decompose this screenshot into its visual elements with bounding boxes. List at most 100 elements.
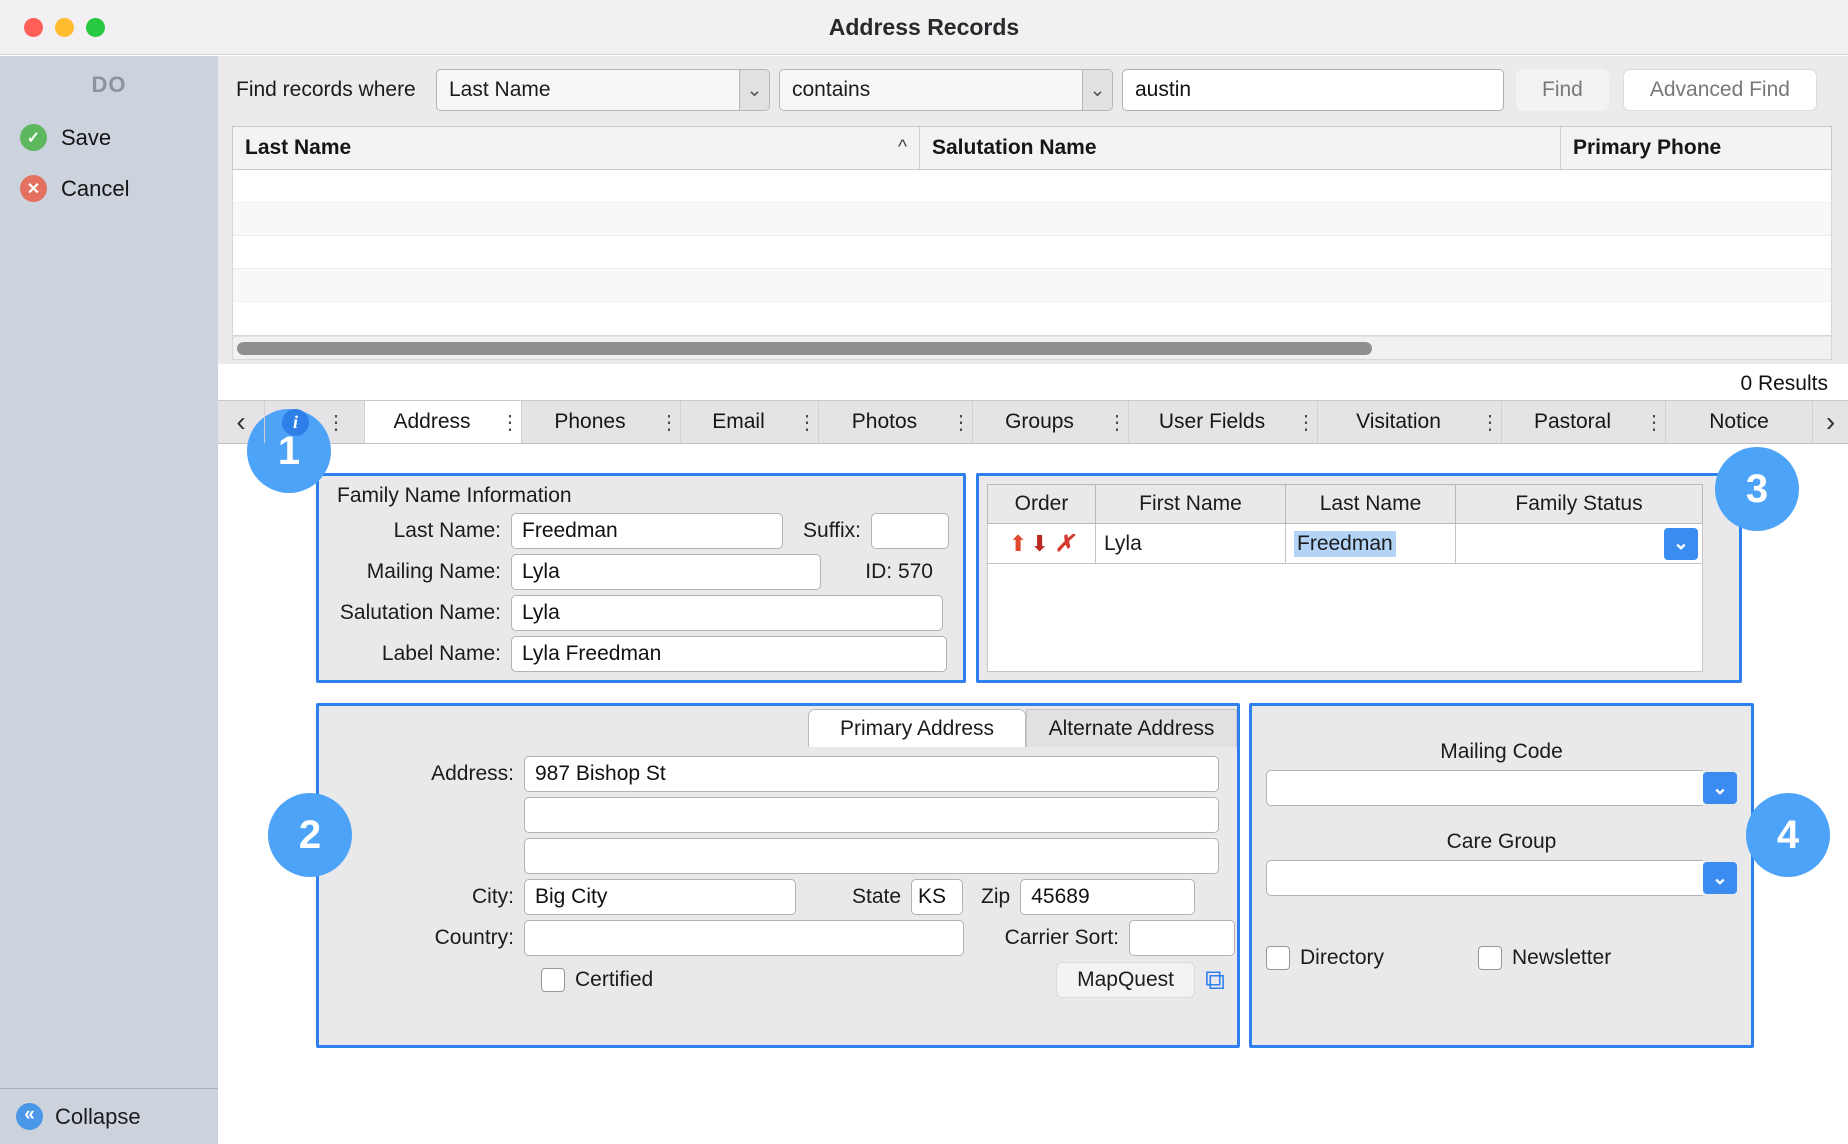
last-name-field[interactable] (511, 513, 783, 549)
info-icon[interactable]: i (282, 409, 309, 436)
member-first-name-cell[interactable]: Lyla (1096, 524, 1286, 563)
tab-email[interactable]: Email ⋮ (680, 401, 818, 443)
state-field[interactable] (911, 879, 963, 915)
collapse-chevrons-icon: « (16, 1103, 43, 1130)
zip-field[interactable] (1020, 879, 1195, 915)
find-field-dropdown[interactable]: Last Name ⌄ (436, 69, 770, 111)
salutation-name-field[interactable] (511, 595, 943, 631)
mailing-code-value[interactable] (1266, 770, 1703, 806)
mailing-name-field[interactable] (511, 554, 821, 590)
results-table-header: Last Name ^ Salutation Name Primary Phon… (232, 126, 1832, 170)
state-label: State (852, 885, 911, 909)
callout-badge-3: 3 (1715, 447, 1799, 531)
city-field[interactable] (524, 879, 796, 915)
tab-menu-dots-icon[interactable]: ⋮ (950, 410, 972, 435)
remove-member-icon[interactable]: ✗ (1055, 531, 1074, 557)
family-name-section: Family Name Information Last Name: Suffi… (316, 473, 966, 683)
address-line1-field[interactable] (524, 756, 1219, 792)
chevron-right-icon: › (1826, 406, 1835, 438)
label-name-field[interactable] (511, 636, 947, 672)
chevron-left-icon: ‹ (236, 406, 245, 438)
members-table-empty-area (987, 564, 1703, 672)
collapse-button[interactable]: « Collapse (0, 1088, 218, 1144)
tab-menu-dots-icon[interactable]: ⋮ (1643, 410, 1665, 435)
table-row (233, 203, 1831, 236)
tab-phones[interactable]: Phones ⋮ (521, 401, 680, 443)
find-operator-value: contains (780, 78, 1082, 102)
move-up-icon[interactable]: ⬆ (1009, 531, 1027, 557)
traffic-lights (24, 18, 105, 37)
tab-menu-dots-icon[interactable]: ⋮ (499, 410, 521, 435)
address-line2-field[interactable] (524, 797, 1219, 833)
suffix-label: Suffix: (803, 519, 871, 543)
tab-menu-dots-icon[interactable]: ⋮ (658, 410, 680, 435)
newsletter-checkbox[interactable] (1478, 946, 1502, 970)
column-header-first-name: First Name (1096, 485, 1286, 523)
care-group-dropdown-icon[interactable]: ⌄ (1703, 862, 1737, 894)
results-count: 0 Results (1740, 372, 1828, 396)
minimize-window-icon[interactable] (55, 18, 74, 37)
app-window: Address Records DO ✓ Save ✕ Cancel « Col… (0, 0, 1848, 1144)
save-check-icon: ✓ (20, 124, 47, 151)
close-window-icon[interactable] (24, 18, 43, 37)
sort-ascending-icon[interactable]: ^ (898, 137, 907, 159)
members-table: Order First Name Last Name Family Status… (987, 484, 1703, 564)
tab-pastoral[interactable]: Pastoral ⋮ (1501, 401, 1665, 443)
tab-visitation[interactable]: Visitation ⋮ (1317, 401, 1501, 443)
find-operator-dropdown[interactable]: contains ⌄ (779, 69, 1113, 111)
column-header-salutation-name[interactable]: Salutation Name (920, 127, 1561, 169)
tab-alternate-address[interactable]: Alternate Address (1026, 709, 1237, 747)
tab-address[interactable]: Address ⋮ (364, 401, 521, 443)
column-header-member-last-name: Last Name (1286, 485, 1456, 523)
move-down-icon[interactable]: ⬇ (1030, 531, 1048, 557)
callout-badge-2: 2 (268, 793, 352, 877)
suffix-field[interactable] (871, 513, 949, 549)
column-header-last-name[interactable]: Last Name ^ (233, 127, 920, 169)
tab-primary-address[interactable]: Primary Address (808, 709, 1026, 747)
tab-notice[interactable]: Notice (1665, 401, 1812, 443)
table-row (233, 170, 1831, 203)
tab-groups[interactable]: Groups ⋮ (972, 401, 1128, 443)
directory-checkbox[interactable] (1266, 946, 1290, 970)
sidebar: DO ✓ Save ✕ Cancel « Collapse (0, 56, 218, 1144)
mailing-code-label: Mailing Code (1252, 740, 1751, 764)
cancel-button[interactable]: ✕ Cancel (0, 163, 218, 214)
zoom-window-icon[interactable] (86, 18, 105, 37)
tabs-scroll-right-button[interactable]: › (1812, 401, 1848, 443)
tab-photos[interactable]: Photos ⋮ (818, 401, 972, 443)
save-button[interactable]: ✓ Save (0, 112, 218, 163)
scrollbar-thumb[interactable] (237, 342, 1372, 355)
mailing-code-dropdown-icon[interactable]: ⌄ (1703, 772, 1737, 804)
family-status-dropdown-icon[interactable]: ⌄ (1664, 528, 1698, 560)
results-table-body (232, 170, 1832, 336)
find-button[interactable]: Find (1516, 69, 1609, 111)
tab-menu-dots-icon[interactable]: ⋮ (1295, 410, 1317, 435)
find-search-input[interactable] (1122, 69, 1504, 111)
carrier-sort-field[interactable] (1129, 920, 1235, 956)
tab-menu-dots-icon[interactable]: ⋮ (1479, 410, 1501, 435)
mapquest-button[interactable]: MapQuest (1056, 962, 1195, 998)
member-last-name-cell[interactable]: Freedman (1286, 524, 1456, 563)
column-header-family-status: Family Status (1456, 485, 1702, 523)
tab-menu-dots-icon[interactable]: ⋮ (325, 410, 347, 435)
copy-address-icon[interactable]: ⧉ (1205, 966, 1225, 994)
care-group-value[interactable] (1266, 860, 1703, 896)
collapse-label: Collapse (55, 1104, 141, 1130)
care-group-dropdown[interactable]: ⌄ (1266, 860, 1737, 896)
tab-menu-dots-icon[interactable]: ⋮ (1106, 410, 1128, 435)
find-panel: Find records where Last Name ⌄ contains … (218, 56, 1848, 364)
advanced-find-button[interactable]: Advanced Find (1623, 69, 1817, 111)
column-header-primary-phone[interactable]: Primary Phone (1561, 127, 1831, 169)
family-status-cell[interactable]: ⌄ (1456, 524, 1702, 563)
mailing-code-dropdown[interactable]: ⌄ (1266, 770, 1737, 806)
tab-menu-dots-icon[interactable]: ⋮ (796, 410, 818, 435)
certified-checkbox[interactable] (541, 968, 565, 992)
find-row: Find records where Last Name ⌄ contains … (218, 56, 1848, 112)
last-name-label: Last Name: (319, 519, 511, 543)
tab-info[interactable]: i ⋮ (264, 401, 364, 443)
address-line3-field[interactable] (524, 838, 1219, 874)
horizontal-scrollbar[interactable] (232, 336, 1832, 360)
tab-user-fields[interactable]: User Fields ⋮ (1128, 401, 1317, 443)
address-section: Primary Address Alternate Address Addres… (316, 703, 1240, 1048)
country-field[interactable] (524, 920, 964, 956)
